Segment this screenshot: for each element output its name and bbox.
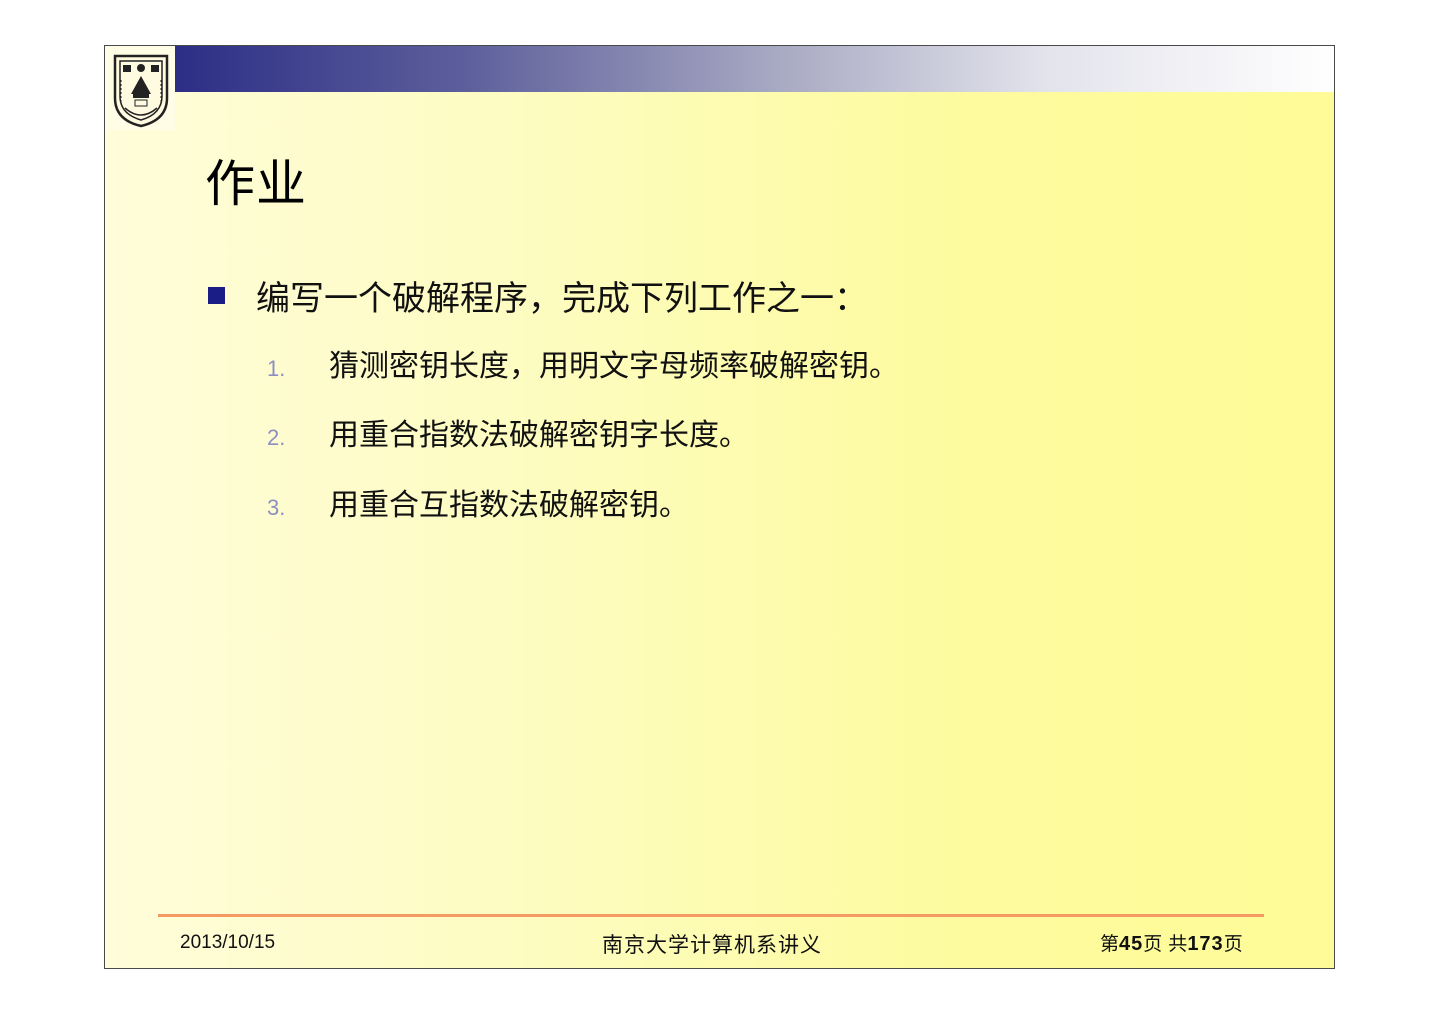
- page-total: 173: [1187, 933, 1224, 955]
- list-item-number: 3.: [267, 495, 286, 520]
- footer-divider: [158, 914, 1264, 917]
- square-bullet-icon: [208, 287, 225, 304]
- list-item: 3. 用重合互指数法破解密钥。: [267, 480, 689, 524]
- slide-title: 作业: [205, 155, 307, 213]
- page-current: 45: [1119, 933, 1144, 955]
- list-item-text: 用重合互指数法破解密钥。: [329, 488, 689, 523]
- logo-container: [105, 46, 175, 130]
- main-bullet: 编写一个破解程序，完成下列工作之一：: [208, 271, 868, 320]
- slide: 作业 编写一个破解程序，完成下列工作之一： 1. 猜测密钥长度，用明文字母频率破…: [104, 45, 1335, 969]
- list-item: 2. 用重合指数法破解密钥字长度。: [267, 410, 749, 454]
- main-bullet-text: 编写一个破解程序，完成下列工作之一：: [256, 279, 868, 319]
- footer-date: 2013/10/15: [180, 932, 276, 953]
- header-gradient-bar: [175, 46, 1334, 92]
- page-indicator: 第45页 共173页: [1100, 929, 1243, 956]
- list-item-number: 1.: [267, 356, 286, 381]
- page-mid: 页 共: [1143, 933, 1188, 955]
- list-item: 1. 猜测密钥长度，用明文字母频率破解密钥。: [267, 341, 899, 385]
- university-crest-icon: [113, 54, 169, 128]
- list-item-number: 2.: [267, 425, 286, 450]
- footer-course-title: 南京大学计算机系讲义: [602, 933, 822, 957]
- list-item-text: 猜测密钥长度，用明文字母频率破解密钥。: [329, 349, 899, 384]
- page-suffix: 页: [1223, 933, 1243, 955]
- list-item-text: 用重合指数法破解密钥字长度。: [329, 418, 749, 453]
- page-prefix: 第: [1100, 933, 1120, 955]
